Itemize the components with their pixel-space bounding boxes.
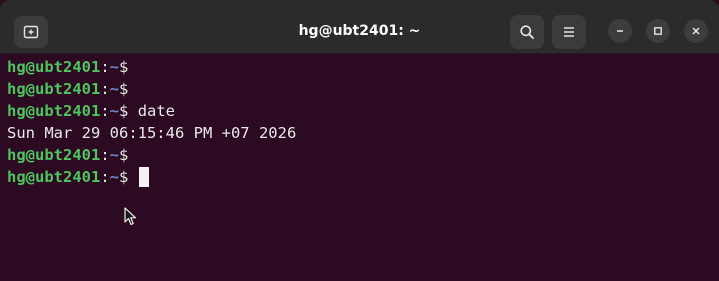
prompt-line: hg@ubt2401:~$ date <box>7 100 719 122</box>
minimize-button[interactable] <box>608 19 632 43</box>
text-cursor <box>138 167 149 187</box>
search-button[interactable] <box>510 15 544 49</box>
title-bar: hg@ubt2401: ~ <box>0 0 719 54</box>
hamburger-menu-icon <box>564 27 574 37</box>
maximize-button[interactable] <box>646 19 670 43</box>
mouse-pointer-icon <box>124 207 137 226</box>
command-text <box>128 168 137 186</box>
prompt-symbol: $ <box>119 168 129 186</box>
terminal-output[interactable]: hg@ubt2401:~$ hg@ubt2401:~$ hg@ubt2401:~… <box>7 56 719 281</box>
prompt-path: ~ <box>109 102 120 120</box>
prompt-separator: : <box>100 58 110 76</box>
prompt-user: hg@ubt2401 <box>7 146 101 164</box>
prompt-separator: : <box>100 80 110 98</box>
prompt-symbol: $ <box>119 146 129 164</box>
search-icon <box>520 25 534 39</box>
command-text: date <box>128 102 176 120</box>
prompt-user: hg@ubt2401 <box>7 58 101 76</box>
prompt-separator: : <box>100 168 110 186</box>
prompt-line: hg@ubt2401:~$ <box>7 56 719 78</box>
prompt-path: ~ <box>109 168 120 186</box>
minimize-icon <box>617 30 623 32</box>
prompt-user: hg@ubt2401 <box>7 168 101 186</box>
prompt-path: ~ <box>109 80 120 98</box>
prompt-symbol: $ <box>119 80 129 98</box>
maximize-icon <box>654 27 662 35</box>
prompt-user: hg@ubt2401 <box>7 102 101 120</box>
prompt-separator: : <box>100 146 110 164</box>
terminal-window: hg@ubt2401: ~ hg@ubt2401:~$ hg@ubt2401:~… <box>0 0 719 281</box>
close-icon <box>692 27 700 35</box>
prompt-separator: : <box>100 102 110 120</box>
prompt-line: hg@ubt2401:~$ <box>7 78 719 100</box>
prompt-path: ~ <box>109 58 120 76</box>
prompt-symbol: $ <box>119 102 129 120</box>
prompt-path: ~ <box>109 146 120 164</box>
prompt-user: hg@ubt2401 <box>7 80 101 98</box>
prompt-line: hg@ubt2401:~$ <box>7 144 719 166</box>
active-prompt-line[interactable]: hg@ubt2401:~$ <box>7 166 719 188</box>
close-button[interactable] <box>684 19 708 43</box>
menu-button[interactable] <box>552 15 586 49</box>
prompt-symbol: $ <box>119 58 129 76</box>
output-line: Sun Mar 29 06:15:46 PM +07 2026 <box>7 124 297 142</box>
